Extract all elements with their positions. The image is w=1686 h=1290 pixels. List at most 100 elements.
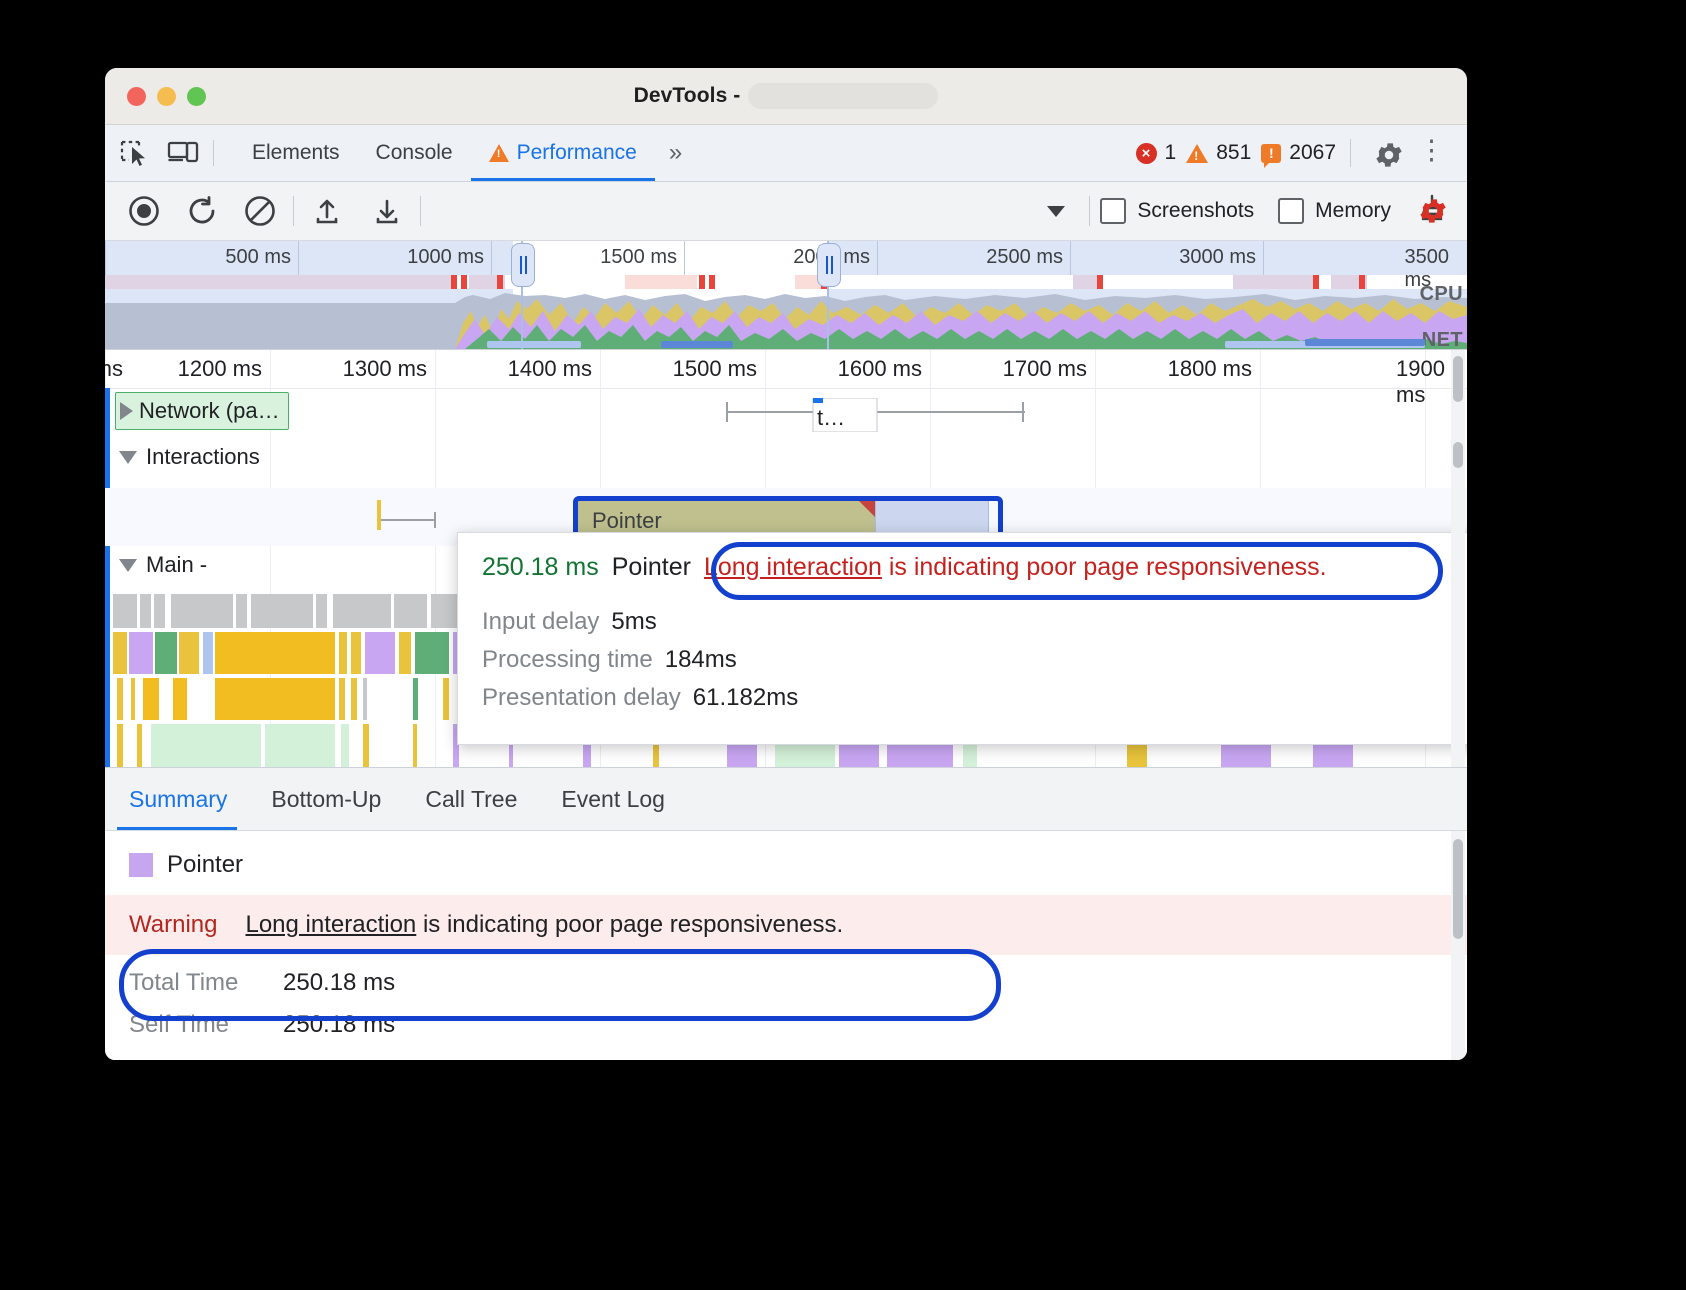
tooltip-warning-rest: is indicating poor page responsiveness.: [882, 553, 1327, 581]
issue-counters: × 1 851 ! 2067: [1136, 125, 1355, 181]
maximize-window-button[interactable]: [187, 87, 206, 106]
flame-tick-1200: 1200 ms: [178, 356, 270, 382]
memory-checkbox-box[interactable]: [1278, 198, 1304, 224]
tab-call-tree[interactable]: Call Tree: [403, 768, 539, 830]
summary-self-time-row: Self Time 250.18 ms: [105, 997, 1467, 1039]
flame-tick-1400: 1400 ms: [508, 356, 600, 382]
chevron-down-icon[interactable]: [119, 451, 137, 464]
track-interactions[interactable]: Interactions: [105, 444, 1467, 484]
window-title: DevTools -: [634, 84, 741, 108]
error-count: 1: [1165, 141, 1177, 165]
tab-summary[interactable]: Summary: [105, 768, 249, 830]
panel-tabs: Elements Console Performance »: [234, 125, 678, 181]
memory-checkbox[interactable]: Memory: [1278, 198, 1391, 224]
overview-net-bar-2: [661, 341, 733, 348]
chevron-down-icon[interactable]: [119, 559, 137, 572]
short-interaction-event[interactable]: [377, 500, 437, 541]
perfbar-divider-2: [420, 196, 421, 226]
tooltip-value-presentation-delay: 61.182ms: [693, 684, 798, 712]
error-counter[interactable]: × 1: [1136, 141, 1177, 165]
tab-elements[interactable]: Elements: [234, 125, 358, 181]
chevron-right-icon[interactable]: [120, 402, 133, 420]
warning-count: 851: [1216, 141, 1251, 165]
screenshots-checkbox[interactable]: Screenshots: [1100, 198, 1254, 224]
info-counter[interactable]: ! 2067: [1261, 141, 1336, 165]
overview-net-bar-4: [1305, 339, 1425, 346]
flamechart-scrollbar-thumb-2[interactable]: [1453, 442, 1463, 468]
summary-legend: Pointer: [105, 851, 1467, 879]
summary-scrollbar-thumb[interactable]: [1453, 839, 1463, 939]
flamechart-scrollbar-track[interactable]: [1451, 350, 1465, 768]
legend-color-swatch: [129, 853, 153, 877]
error-icon: ×: [1136, 143, 1157, 164]
inspect-icon[interactable]: [119, 138, 153, 168]
network-track-chip[interactable]: Network (pa…: [115, 392, 289, 430]
tooltip-row-presentation-delay: Presentation delay 61.182ms: [482, 684, 1467, 712]
summary-total-time-row: Total Time 250.18 ms: [105, 955, 1467, 997]
warning-link[interactable]: Long interaction: [245, 911, 416, 938]
tooltip-row-processing-time: Processing time 184ms: [482, 646, 1467, 674]
history-dropdown[interactable]: [441, 194, 1081, 228]
capture-settings-icon[interactable]: [1417, 195, 1449, 232]
warning-counter[interactable]: 851: [1186, 141, 1251, 165]
screenshots-checkbox-box[interactable]: [1100, 198, 1126, 224]
import-profile-icon[interactable]: [304, 188, 350, 234]
info-count: 2067: [1289, 141, 1336, 165]
tooltip-row-input-delay: Input delay 5ms: [482, 608, 1467, 636]
timing-marker[interactable]: [725, 398, 1025, 432]
record-icon[interactable]: [121, 188, 167, 234]
tooltip-event-name: Pointer: [612, 553, 691, 582]
overview-tick-2500: 2500 ms: [986, 246, 1070, 269]
overview-selection-left-handle[interactable]: [511, 243, 535, 287]
track-network[interactable]: Network (pa… t…: [105, 392, 1467, 438]
details-tabs: Summary Bottom-Up Call Tree Event Log: [105, 768, 1467, 831]
tab-performance-label: Performance: [517, 141, 637, 165]
more-tabs-icon[interactable]: »: [669, 139, 678, 167]
perfbar-divider-1: [293, 196, 294, 226]
overview-cpu-graph: [105, 289, 1467, 349]
summary-warning-row: Warning Long interaction is indicating p…: [105, 895, 1467, 955]
device-toggle-icon[interactable]: [167, 138, 201, 168]
minimize-window-button[interactable]: [157, 87, 176, 106]
net-track-label: NET: [1422, 329, 1463, 350]
save-profile-icon[interactable]: [364, 188, 410, 234]
reload-record-icon[interactable]: [179, 188, 225, 234]
tooltip-timing-rows: Input delay 5ms Processing time 184ms Pr…: [482, 608, 1467, 712]
clear-icon[interactable]: [237, 188, 283, 234]
flame-tick-1800: 1800 ms: [1168, 356, 1260, 382]
memory-label: Memory: [1315, 199, 1391, 223]
devtools-window: DevTools - Elements: [105, 68, 1467, 1060]
tab-console[interactable]: Console: [358, 125, 471, 181]
window-controls[interactable]: [127, 87, 206, 106]
counters-divider: [1350, 139, 1351, 167]
summary-body: Pointer Warning Long interaction is indi…: [105, 831, 1467, 1039]
tooltip-warning: Long interaction is indicating poor page…: [704, 553, 1327, 582]
warning-triangle-icon: [489, 144, 509, 162]
flame-tick-0: ms: [105, 356, 131, 382]
track-main-label: Main -: [146, 552, 207, 578]
close-window-button[interactable]: [127, 87, 146, 106]
settings-gear-icon[interactable]: [1373, 139, 1405, 176]
timeline-flamechart[interactable]: ms 1200 ms 1300 ms 1400 ms 1500 ms 1600 …: [105, 350, 1467, 768]
flame-tick-1600: 1600 ms: [838, 356, 930, 382]
tab-event-log[interactable]: Event Log: [539, 768, 687, 830]
tooltip-header: 250.18 ms Pointer Long interaction is in…: [482, 553, 1467, 582]
total-time-key: Total Time: [129, 969, 257, 997]
tab-bottom-up[interactable]: Bottom-Up: [249, 768, 403, 830]
window-title-placeholder: [748, 83, 938, 109]
track-interactions-header[interactable]: Interactions: [105, 444, 1467, 470]
overview-selection-right-handle[interactable]: [817, 243, 841, 287]
tab-performance[interactable]: Performance: [471, 125, 655, 181]
flame-tick-1700: 1700 ms: [1003, 356, 1095, 382]
overview-network-strip: [105, 275, 1467, 289]
more-options-icon[interactable]: ⋮: [1418, 137, 1445, 163]
timing-marker-label: t…: [817, 405, 845, 431]
tooltip-warning-link[interactable]: Long interaction: [704, 553, 882, 581]
long-interaction-red-triangle-icon: [857, 499, 877, 519]
flamechart-scrollbar-thumb[interactable]: [1453, 356, 1463, 402]
window-titlebar: DevTools -: [105, 68, 1467, 125]
timeline-overview[interactable]: 500 ms 1000 ms 1500 ms 2000 ms 2500 ms 3…: [105, 241, 1467, 350]
warning-message: Long interaction is indicating poor page…: [245, 911, 843, 939]
warning-icon: [1186, 144, 1208, 163]
flamechart-ruler: ms 1200 ms 1300 ms 1400 ms 1500 ms 1600 …: [105, 350, 1467, 389]
